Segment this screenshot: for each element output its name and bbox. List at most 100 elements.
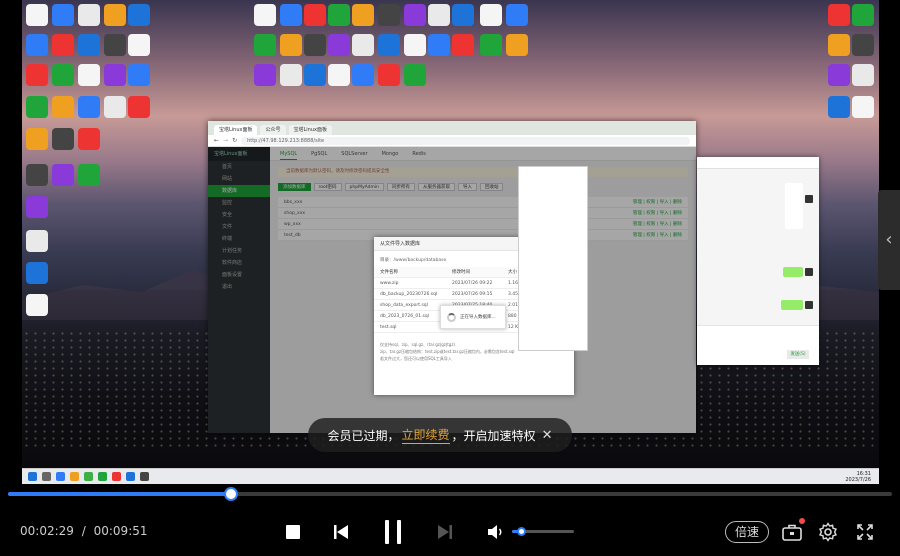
desktop-shortcut-icon[interactable]: [506, 34, 528, 56]
desktop-shortcut-icon[interactable]: [404, 34, 426, 56]
desktop-shortcut-icon[interactable]: [852, 64, 874, 86]
desktop-shortcut-icon[interactable]: [828, 4, 850, 26]
settings-button[interactable]: [815, 518, 841, 546]
desktop-shortcut-icon[interactable]: [828, 96, 850, 118]
app-icon[interactable]: [126, 472, 135, 481]
volume-button[interactable]: [482, 518, 508, 546]
volume-slider[interactable]: [512, 527, 574, 536]
desktop-shortcut-icon[interactable]: [352, 64, 374, 86]
app-icon[interactable]: [98, 472, 107, 481]
pause-button[interactable]: [380, 518, 406, 546]
progress-bar[interactable]: [8, 487, 892, 501]
desktop-shortcut-icon[interactable]: [352, 4, 374, 26]
desktop-shortcut-icon[interactable]: [52, 64, 74, 86]
fullscreen-button[interactable]: [852, 518, 878, 546]
desktop-shortcut-icon[interactable]: [78, 64, 100, 86]
search-icon[interactable]: [42, 472, 51, 481]
desktop-shortcut-icon[interactable]: [104, 64, 126, 86]
url-input[interactable]: http://47.98.129.213:8888/site: [241, 136, 690, 145]
desktop-shortcut-icon[interactable]: [378, 4, 400, 26]
desktop-shortcut-icon[interactable]: [52, 96, 74, 118]
app-icon[interactable]: [112, 472, 121, 481]
desktop-shortcut-icon[interactable]: [26, 294, 48, 316]
send-button[interactable]: 发送(S): [787, 350, 809, 359]
desktop-shortcut-icon[interactable]: [128, 34, 150, 56]
desktop-shortcut-icon[interactable]: [852, 34, 874, 56]
desktop-shortcut-icon[interactable]: [280, 64, 302, 86]
desktop-shortcut-icon[interactable]: [26, 64, 48, 86]
desktop-shortcut-icon[interactable]: [328, 34, 350, 56]
desktop-shortcut-icon[interactable]: [52, 164, 74, 186]
back-icon[interactable]: ←: [214, 137, 219, 144]
reload-icon[interactable]: ↻: [232, 137, 237, 144]
desktop-shortcut-icon[interactable]: [480, 34, 502, 56]
app-icon[interactable]: [140, 472, 149, 481]
desktop-shortcut-icon[interactable]: [852, 96, 874, 118]
stop-button[interactable]: [280, 518, 306, 546]
desktop-shortcut-icon[interactable]: [78, 96, 100, 118]
desktop-shortcut-icon[interactable]: [304, 4, 326, 26]
desktop-shortcut-icon[interactable]: [78, 34, 100, 56]
desktop-shortcut-icon[interactable]: [304, 34, 326, 56]
desktop-shortcut-icon[interactable]: [254, 64, 276, 86]
desktop-shortcut-icon[interactable]: [26, 4, 48, 26]
desktop-shortcut-icon[interactable]: [128, 96, 150, 118]
desktop-shortcut-icon[interactable]: [26, 128, 48, 150]
browser-tab[interactable]: 宝塔Linux面板: [288, 125, 332, 135]
renew-link[interactable]: 立即续费: [401, 426, 450, 444]
desktop-shortcut-icon[interactable]: [378, 64, 400, 86]
next-button[interactable]: [432, 518, 458, 546]
chat-window[interactable]: 发送(S): [697, 157, 819, 365]
desktop-shortcut-icon[interactable]: [328, 64, 350, 86]
desktop-shortcut-icon[interactable]: [506, 4, 528, 26]
desktop-shortcut-icon[interactable]: [128, 64, 150, 86]
desktop-shortcut-icon[interactable]: [480, 4, 502, 26]
desktop-shortcut-icon[interactable]: [378, 34, 400, 56]
desktop-shortcut-icon[interactable]: [352, 34, 374, 56]
desktop-shortcut-icon[interactable]: [26, 34, 48, 56]
desktop-shortcut-icon[interactable]: [78, 164, 100, 186]
desktop-shortcut-icon[interactable]: [404, 4, 426, 26]
progress-handle[interactable]: [224, 487, 238, 501]
volume-handle[interactable]: [517, 527, 526, 536]
desktop-shortcut-icon[interactable]: [828, 64, 850, 86]
browser-tab[interactable]: 公众号: [260, 125, 286, 135]
desktop-shortcut-icon[interactable]: [428, 4, 450, 26]
desktop-shortcut-icon[interactable]: [26, 262, 48, 284]
desktop-shortcut-icon[interactable]: [104, 34, 126, 56]
desktop-shortcut-icon[interactable]: [404, 64, 426, 86]
video-frame[interactable]: 宝塔Linux面板 公众号 宝塔Linux面板 ← → ↻ http://47.…: [22, 0, 879, 484]
desktop-shortcut-icon[interactable]: [254, 4, 276, 26]
speed-button[interactable]: 倍速: [725, 521, 769, 543]
desktop-shortcut-icon[interactable]: [128, 4, 150, 26]
desktop-shortcut-icon[interactable]: [104, 96, 126, 118]
app-icon[interactable]: [56, 472, 65, 481]
desktop-shortcut-icon[interactable]: [452, 4, 474, 26]
desktop-shortcut-icon[interactable]: [52, 4, 74, 26]
desktop-shortcut-icon[interactable]: [52, 128, 74, 150]
desktop-shortcut-icon[interactable]: [280, 4, 302, 26]
close-icon[interactable]: ✕: [542, 428, 553, 443]
desktop-shortcut-icon[interactable]: [26, 164, 48, 186]
desktop-shortcut-icon[interactable]: [280, 34, 302, 56]
chat-image[interactable]: [785, 183, 803, 229]
desktop-shortcut-icon[interactable]: [26, 96, 48, 118]
desktop-shortcut-icon[interactable]: [452, 34, 474, 56]
desktop-shortcut-icon[interactable]: [104, 4, 126, 26]
start-icon[interactable]: [28, 472, 37, 481]
chat-input[interactable]: [697, 325, 819, 365]
desktop-shortcut-icon[interactable]: [26, 196, 48, 218]
desktop-shortcut-icon[interactable]: [26, 230, 48, 252]
browser-window[interactable]: 宝塔Linux面板 公众号 宝塔Linux面板 ← → ↻ http://47.…: [208, 121, 696, 433]
browser-tab[interactable]: 宝塔Linux面板: [214, 125, 258, 135]
desktop-shortcut-icon[interactable]: [78, 4, 100, 26]
desktop-shortcut-icon[interactable]: [852, 4, 874, 26]
desktop-shortcut-icon[interactable]: [304, 64, 326, 86]
app-icon[interactable]: [84, 472, 93, 481]
sidebar-collapse-handle[interactable]: ‹: [878, 190, 900, 290]
desktop-shortcut-icon[interactable]: [78, 128, 100, 150]
forward-icon[interactable]: →: [223, 137, 228, 144]
desktop-shortcut-icon[interactable]: [52, 34, 74, 56]
desktop-shortcut-icon[interactable]: [428, 34, 450, 56]
desktop-shortcut-icon[interactable]: [328, 4, 350, 26]
